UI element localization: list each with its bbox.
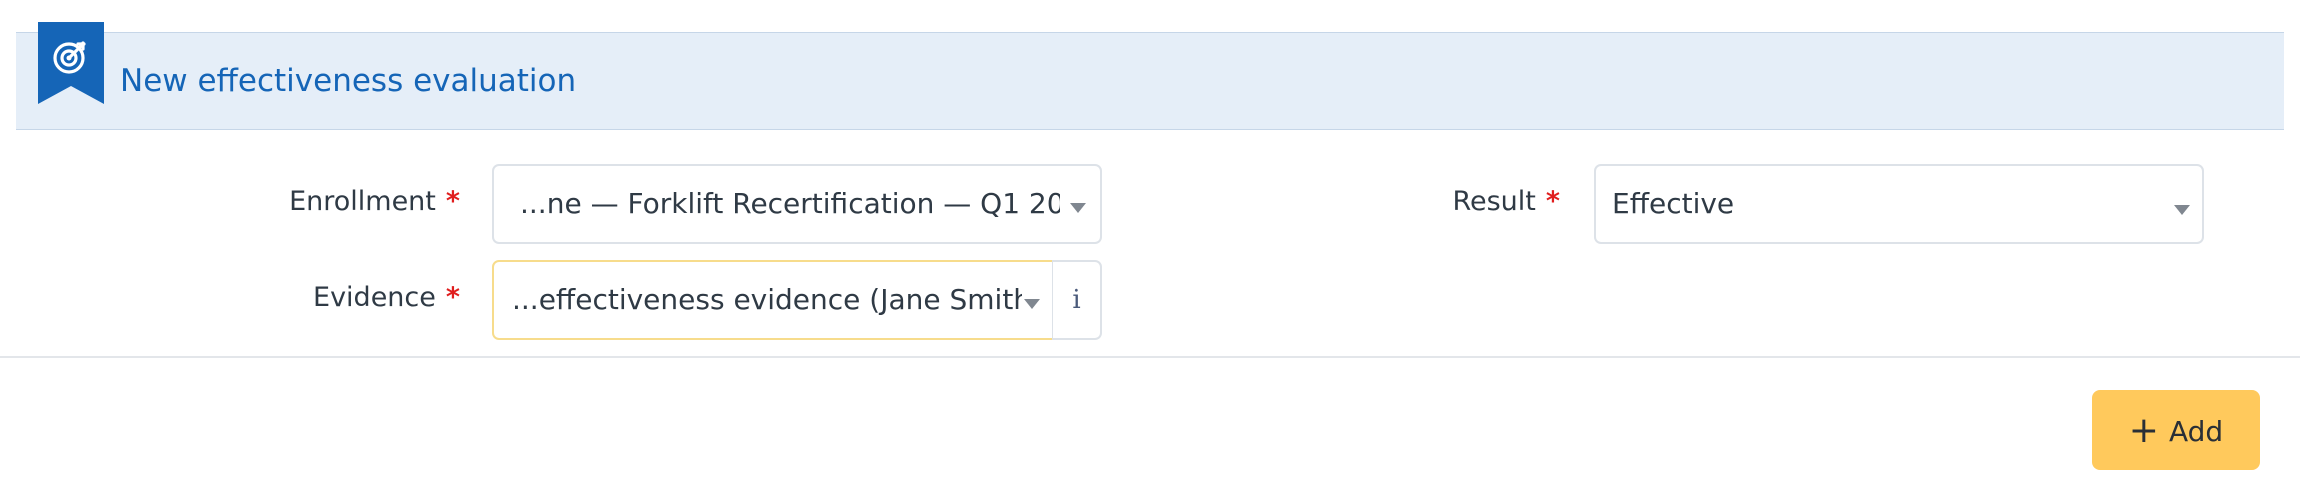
evidence-select[interactable]: ...effectiveness evidence (Jane Smith) [492, 260, 1054, 340]
enrollment-label-text: Enrollment [289, 186, 436, 217]
result-label: Result * [1340, 186, 1560, 217]
evidence-label-text: Evidence [313, 282, 436, 313]
caret-down-icon [1070, 203, 1086, 213]
result-select-value: Effective [1612, 187, 1735, 220]
divider [0, 356, 2300, 358]
evidence-info-button[interactable]: i [1052, 260, 1102, 340]
add-button[interactable]: + Add [2092, 390, 2260, 470]
enrollment-label: Enrollment * [220, 186, 460, 217]
evidence-label: Evidence * [220, 282, 460, 313]
evidence-select-value: ...effectiveness evidence (Jane Smith) [512, 283, 1022, 316]
required-marker: * [445, 186, 460, 217]
result-select[interactable]: Effective [1594, 164, 2204, 244]
evaluation-form-page: New effectiveness evaluation Enrollment *… [0, 0, 2300, 502]
enrollment-select[interactable]: ...ne — Forklift Recertification — Q1 20… [492, 164, 1102, 244]
page-title: New effectiveness evaluation [120, 63, 577, 99]
add-button-label: Add [2168, 415, 2224, 448]
caret-down-icon [2174, 205, 2190, 215]
enrollment-select-value: ...ne — Forklift Recertification — Q1 20… [520, 187, 1060, 220]
required-marker: * [445, 282, 460, 313]
result-label-text: Result [1452, 186, 1536, 217]
plus-icon: + [2128, 410, 2159, 451]
target-icon [38, 22, 104, 104]
caret-down-icon [1024, 299, 1040, 309]
required-marker: * [1545, 186, 1560, 217]
